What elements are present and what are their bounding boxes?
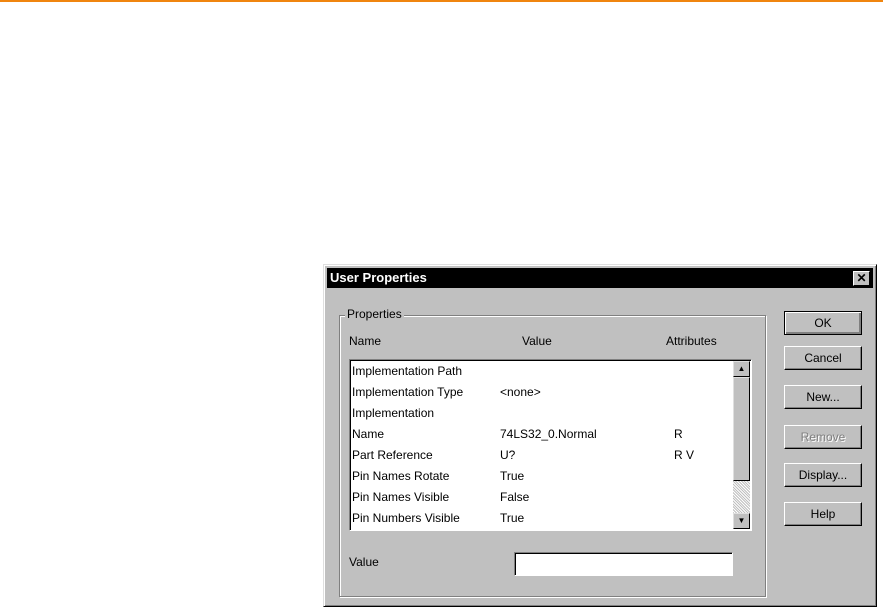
properties-group-label: Properties: [345, 307, 404, 321]
property-name: Implementation Path: [352, 364, 463, 378]
property-name: Part Reference: [352, 448, 433, 462]
vertical-scrollbar[interactable]: ▲ ▼: [733, 361, 750, 529]
list-item[interactable]: Name 74LS32_0.Normal R: [352, 424, 727, 445]
property-value: True: [500, 511, 525, 525]
remove-button[interactable]: Remove: [784, 425, 862, 449]
value-label: Value: [349, 555, 379, 569]
close-button[interactable]: ✕: [853, 271, 870, 286]
property-name: Pin Names Rotate: [352, 469, 450, 483]
scroll-down-button[interactable]: ▼: [733, 513, 750, 529]
list-item[interactable]: Implementation Path: [352, 361, 727, 382]
list-item[interactable]: Part Reference U? R V: [352, 445, 727, 466]
display-button[interactable]: Display...: [784, 463, 862, 487]
list-item[interactable]: Pin Names Rotate True: [352, 466, 727, 487]
top-accent-rule: [0, 0, 883, 2]
property-name: Pin Names Visible: [352, 490, 450, 504]
property-value: True: [500, 469, 525, 483]
column-header-value: Value: [522, 334, 552, 348]
scroll-down-icon: ▼: [737, 516, 746, 525]
column-header-name: Name: [349, 334, 382, 348]
list-item[interactable]: Implementation Type <none>: [352, 382, 727, 403]
dialog-titlebar[interactable]: User Properties ✕: [327, 268, 873, 288]
close-icon: ✕: [856, 271, 867, 285]
help-button[interactable]: Help: [784, 502, 862, 526]
list-item[interactable]: Pin Numbers Visible True: [352, 508, 727, 529]
property-attributes: R: [674, 427, 683, 441]
property-name: Implementation Type: [352, 385, 464, 399]
dialog-title: User Properties: [330, 270, 427, 285]
column-header-attributes: Attributes: [666, 334, 717, 348]
new-button[interactable]: New...: [784, 385, 862, 409]
property-value: 74LS32_0.Normal: [500, 427, 597, 441]
property-name: Name: [352, 427, 385, 441]
list-item[interactable]: Pin Names Visible False: [352, 487, 727, 508]
property-value: <none>: [500, 385, 541, 399]
property-value: False: [500, 490, 530, 504]
value-input[interactable]: [514, 552, 733, 576]
scroll-up-icon: ▲: [737, 364, 746, 373]
property-name: Implementation: [352, 406, 435, 420]
property-value: U?: [500, 448, 516, 462]
user-properties-dialog: User Properties ✕ Properties Name Value …: [323, 264, 877, 607]
list-item[interactable]: Implementation: [352, 403, 727, 424]
scroll-up-button[interactable]: ▲: [733, 361, 750, 377]
scrollbar-track[interactable]: [733, 481, 750, 513]
property-attributes: R V: [674, 448, 695, 462]
scrollbar-thumb[interactable]: [733, 377, 750, 481]
ok-button[interactable]: OK: [784, 311, 862, 335]
cancel-button[interactable]: Cancel: [784, 346, 862, 370]
properties-list[interactable]: Implementation Path Implementation Type …: [349, 359, 752, 531]
property-name: Pin Numbers Visible: [352, 511, 460, 525]
